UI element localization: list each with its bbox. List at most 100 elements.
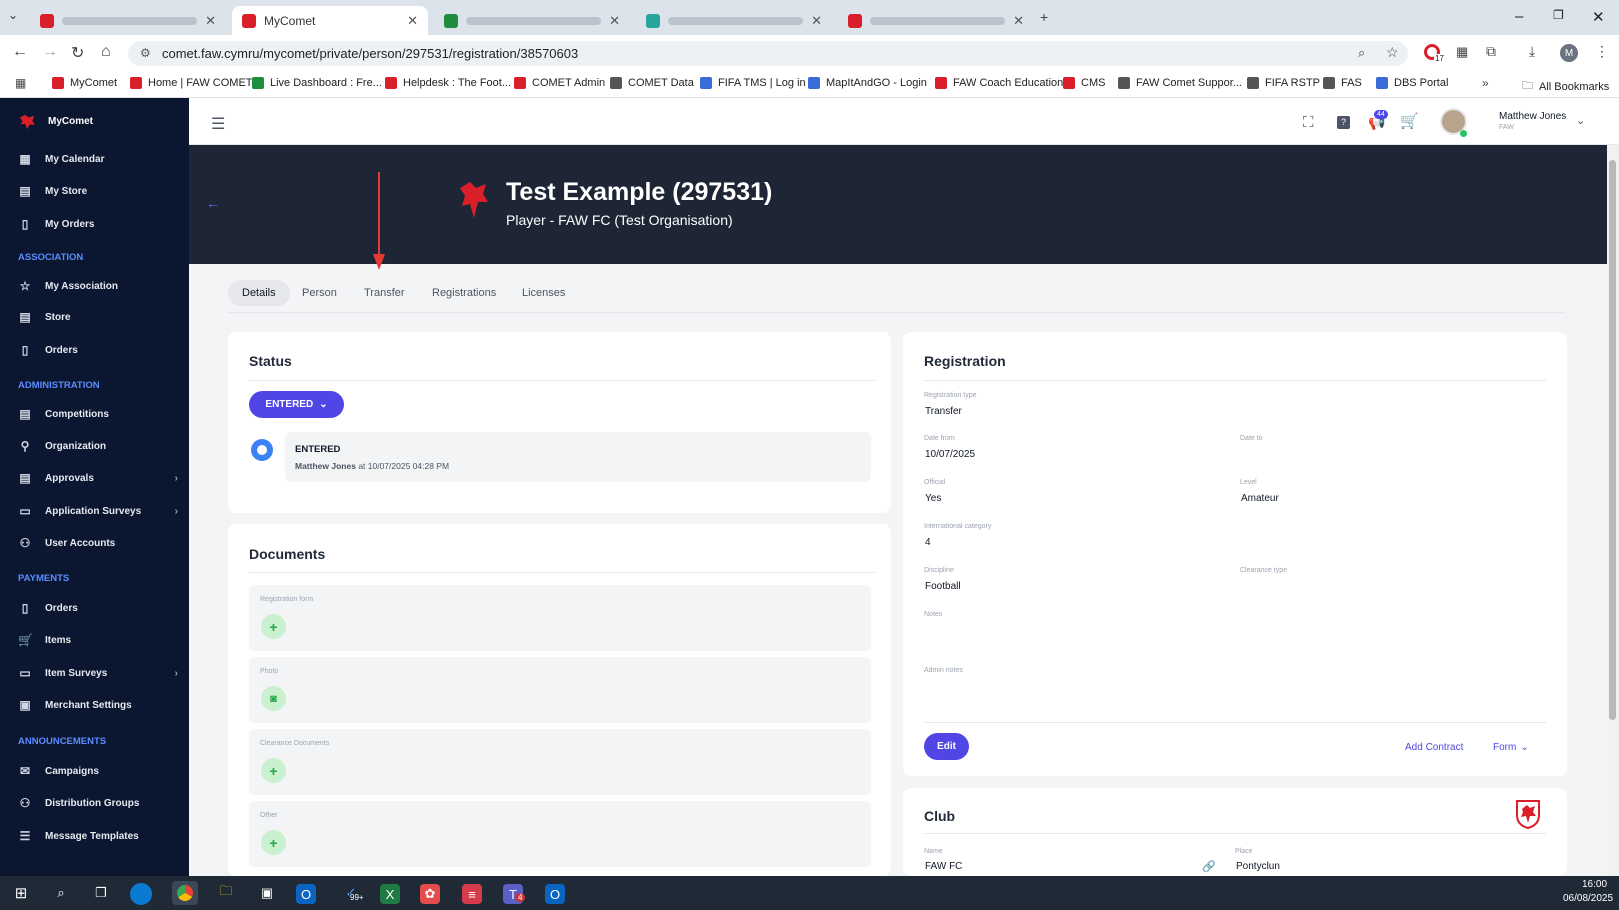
- tab-transfer[interactable]: Transfer: [350, 280, 419, 306]
- bookmark-item[interactable]: MapItAndGO - Login: [808, 77, 927, 89]
- outlook-icon[interactable]: O: [296, 884, 316, 904]
- sidebar-item-distribution-groups[interactable]: ⚇ Distribution Groups: [18, 792, 178, 814]
- store-icon[interactable]: ▣: [254, 881, 280, 905]
- add-contract-link[interactable]: Add Contract: [1405, 742, 1463, 753]
- tab-person[interactable]: Person: [288, 280, 351, 306]
- form-dropdown[interactable]: Form ⌄: [1493, 742, 1529, 753]
- close-tab-icon[interactable]: ✕: [1013, 13, 1024, 29]
- browser-tab-strip: ⌄ ✕ MyComet ✕ ✕ ✕ ✕ + – ❐ ✕: [0, 0, 1619, 35]
- sidebar-item-my-association[interactable]: ☆ My Association: [18, 275, 178, 297]
- bookmark-item[interactable]: Helpdesk : The Foot...: [385, 77, 511, 89]
- sidebar-item-merchant-settings[interactable]: ▣ Merchant Settings: [18, 694, 178, 716]
- bookmark-item[interactable]: CMS: [1063, 77, 1105, 89]
- close-tab-icon[interactable]: ✕: [407, 13, 418, 29]
- fullscreen-icon[interactable]: ⛶: [1303, 114, 1314, 131]
- add-document-icon[interactable]: +: [261, 614, 286, 639]
- sidebar-section-title: ADMINISTRATION: [18, 380, 100, 391]
- sidebar-item-approvals[interactable]: ▤ Approvals ›: [18, 467, 178, 489]
- bookmark-item[interactable]: COMET Data: [610, 77, 694, 89]
- edit-button[interactable]: Edit: [924, 733, 969, 760]
- edge-icon[interactable]: [130, 883, 152, 905]
- qr-extension-icon[interactable]: ▦: [1456, 44, 1468, 60]
- sidebar-item-store[interactable]: ▤ Store: [18, 306, 178, 328]
- forward-icon[interactable]: →: [42, 43, 58, 61]
- all-bookmarks[interactable]: 🗀 All Bookmarks: [1522, 77, 1609, 96]
- profile-avatar[interactable]: M: [1560, 44, 1578, 62]
- bookmark-item[interactable]: COMET Admin: [514, 77, 605, 89]
- bookmark-item[interactable]: FIFA TMS | Log in: [700, 77, 806, 89]
- close-tab-icon[interactable]: ✕: [811, 13, 822, 29]
- site-info-icon[interactable]: ⚙: [140, 46, 151, 60]
- back-arrow-icon[interactable]: ←: [206, 195, 220, 211]
- sidebar-item-organization[interactable]: ⚲ Organization: [18, 435, 178, 457]
- bookmark-item[interactable]: Live Dashboard : Fre...: [252, 77, 382, 89]
- sidebar-item-application-surveys[interactable]: ▭ Application Surveys ›: [18, 500, 178, 522]
- sidebar-item-label: Distribution Groups: [45, 797, 140, 809]
- new-tab-icon[interactable]: +: [1040, 9, 1048, 25]
- file-explorer-icon[interactable]: 🗀: [213, 881, 239, 905]
- address-bar[interactable]: ⚙ comet.faw.cymru/mycomet/private/person…: [128, 41, 1408, 66]
- task-view-icon[interactable]: ❐: [88, 881, 114, 905]
- scrollbar-thumb[interactable]: [1609, 160, 1616, 720]
- app-icon[interactable]: ≡: [462, 884, 482, 904]
- browser-tab[interactable]: ✕: [838, 6, 1034, 35]
- close-tab-icon[interactable]: ✕: [609, 13, 620, 29]
- browser-tab-active[interactable]: MyComet ✕: [232, 6, 428, 35]
- bookmark-item[interactable]: Home | FAW COMET: [130, 77, 253, 89]
- excel-icon[interactable]: X: [380, 884, 400, 904]
- tab-details[interactable]: Details: [228, 280, 290, 306]
- bookmark-item[interactable]: DBS Portal: [1376, 77, 1448, 89]
- minimize-icon[interactable]: –: [1515, 8, 1523, 25]
- sidebar-item-orders[interactable]: ▯ Orders: [18, 339, 178, 361]
- tab-registrations[interactable]: Registrations: [418, 280, 510, 306]
- extensions-puzzle-icon[interactable]: ⧉: [1486, 43, 1496, 60]
- bookmark-item[interactable]: FAS: [1323, 77, 1362, 89]
- camera-icon[interactable]: ◙: [261, 686, 286, 711]
- sidebar-item-orders[interactable]: ▯ Orders: [18, 597, 178, 619]
- sidebar-item-message-templates[interactable]: ☰ Message Templates: [18, 825, 178, 847]
- status-dropdown-button[interactable]: ENTERED ⌄: [249, 391, 344, 418]
- sidebar-item-item-surveys[interactable]: ▭ Item Surveys ›: [18, 662, 178, 684]
- chrome-icon[interactable]: [172, 881, 198, 905]
- zoom-icon[interactable]: ⌕: [1358, 45, 1365, 61]
- cart-icon[interactable]: 🛒: [1400, 112, 1419, 130]
- user-menu-chevron-icon[interactable]: ⌄: [1576, 114, 1585, 127]
- reload-icon[interactable]: ↻: [71, 43, 84, 63]
- tab-licenses[interactable]: Licenses: [508, 280, 579, 306]
- close-tab-icon[interactable]: ✕: [205, 13, 216, 29]
- browser-tab[interactable]: ✕: [434, 6, 630, 35]
- add-document-icon[interactable]: +: [261, 758, 286, 783]
- outlook-new-icon[interactable]: O: [545, 884, 565, 904]
- browser-tab[interactable]: ✕: [636, 6, 832, 35]
- sidebar-item-my-store[interactable]: ▤ My Store: [18, 180, 178, 202]
- sidebar-item-my-calendar[interactable]: ▦ My Calendar: [18, 148, 178, 170]
- bookmark-item[interactable]: FIFA RSTP: [1247, 77, 1320, 89]
- restore-icon[interactable]: ❐: [1553, 8, 1564, 22]
- home-icon[interactable]: ⌂: [101, 43, 111, 61]
- sidebar-item-my-orders[interactable]: ▯ My Orders: [18, 213, 178, 235]
- add-document-icon[interactable]: +: [261, 830, 286, 855]
- bookmark-star-icon[interactable]: ☆: [1386, 44, 1399, 61]
- sidebar-item-user-accounts[interactable]: ⚇ User Accounts: [18, 532, 178, 554]
- hamburger-menu-icon[interactable]: ☰: [211, 114, 225, 134]
- sidebar-item-campaigns[interactable]: ✉ Campaigns: [18, 760, 178, 782]
- help-icon[interactable]: ?: [1337, 116, 1350, 129]
- bookmark-item[interactable]: FAW Coach Education: [935, 77, 1063, 89]
- windows-start-icon[interactable]: ⊞: [8, 881, 34, 905]
- app-icon[interactable]: ✿: [420, 884, 440, 904]
- sidebar-item-items[interactable]: 🛒 Items: [18, 629, 178, 651]
- bookmark-item[interactable]: FAW Comet Suppor...: [1118, 77, 1242, 89]
- close-window-icon[interactable]: ✕: [1592, 8, 1605, 26]
- sidebar-item-competitions[interactable]: ▤ Competitions: [18, 403, 178, 425]
- apps-grid-icon[interactable]: ▦: [15, 76, 26, 90]
- search-icon[interactable]: ⌕: [48, 881, 74, 905]
- link-icon[interactable]: 🔗: [1202, 860, 1216, 873]
- menu-kebab-icon[interactable]: ⋮: [1595, 43, 1609, 60]
- user-name[interactable]: Matthew Jones: [1499, 111, 1566, 122]
- bookmark-item[interactable]: MyComet: [52, 77, 117, 89]
- browser-tab[interactable]: ✕: [30, 6, 226, 35]
- more-bookmarks-icon[interactable]: »: [1482, 76, 1489, 90]
- back-icon[interactable]: ←: [12, 43, 28, 61]
- tab-search-icon[interactable]: ⌄: [8, 8, 18, 22]
- download-icon[interactable]: ⤓: [1529, 43, 1535, 60]
